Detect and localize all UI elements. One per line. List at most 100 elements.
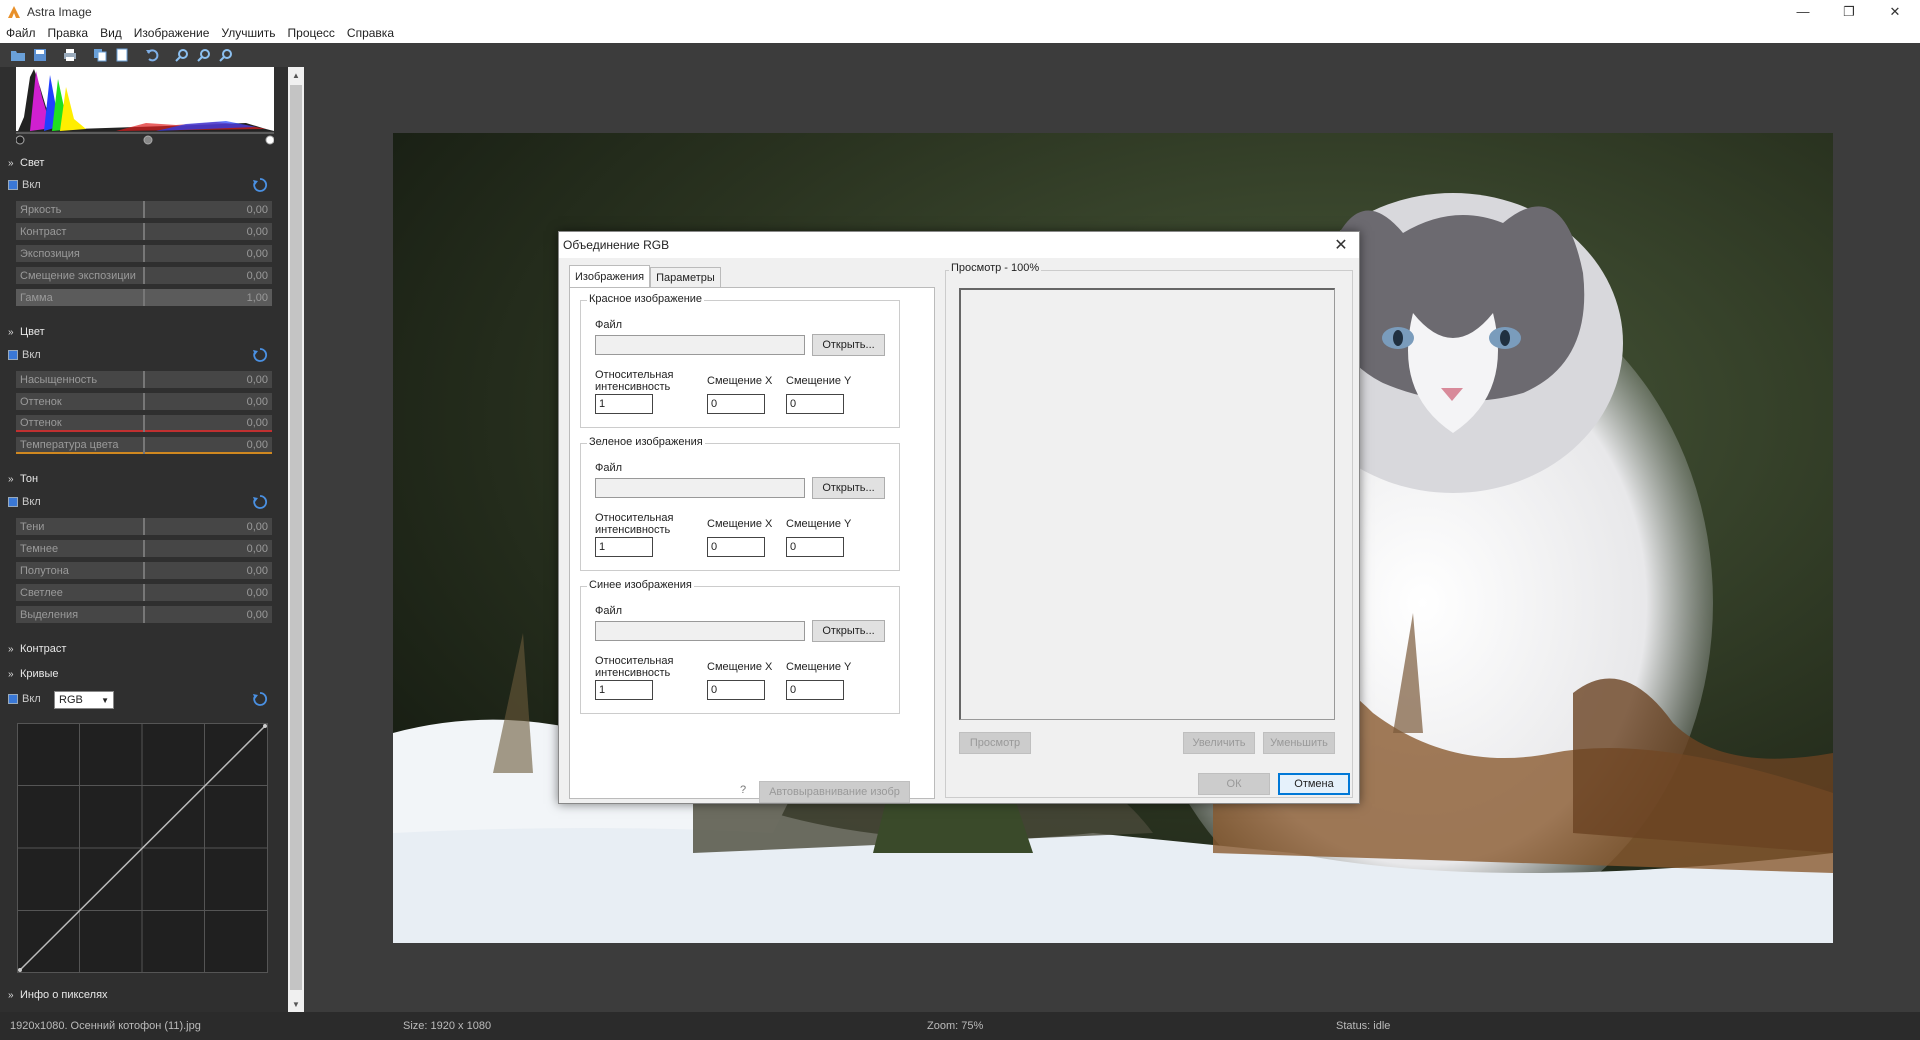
section-tone-header[interactable]: » Тон (0, 470, 288, 488)
print-icon[interactable] (60, 45, 80, 65)
preview-button[interactable]: Просмотр (959, 732, 1031, 754)
slider-saturation[interactable]: Насыщенность 0,00 (16, 371, 272, 388)
curves-reset-icon[interactable] (252, 691, 268, 707)
slider-exposure-offset[interactable]: Смещение экспозиции 0,00 (16, 267, 272, 284)
chevron-down-icon: » (8, 157, 14, 169)
menu-help[interactable]: Справка (347, 26, 394, 40)
slider-hue[interactable]: Оттенок 0,00 (16, 393, 272, 410)
color-enable-checkbox[interactable]: Вкл (8, 347, 41, 363)
green-open-button[interactable]: Открыть... (812, 477, 885, 499)
menu-view[interactable]: Вид (100, 26, 122, 40)
red-file-input[interactable] (595, 335, 805, 355)
section-contrast-header[interactable]: » Контраст (0, 640, 288, 658)
menu-process[interactable]: Процесс (288, 26, 335, 40)
slider-color-temperature[interactable]: Температура цвета 0,00 (16, 437, 272, 454)
menu-enhance[interactable]: Улучшить (221, 26, 275, 40)
question-mark-icon[interactable]: ? (740, 784, 754, 798)
scrollbar-thumb[interactable] (290, 85, 302, 990)
zoom-in-icon[interactable] (172, 45, 192, 65)
slider-label: Насыщенность (20, 373, 98, 386)
open-folder-icon[interactable] (8, 45, 28, 65)
chevron-down-icon: » (8, 668, 14, 680)
green-offset-y-input[interactable]: 0 (786, 537, 844, 557)
section-light-header[interactable]: » Свет (0, 154, 288, 172)
red-intensity-input[interactable]: 1 (595, 394, 653, 414)
dialog-close-icon[interactable]: ✕ (1331, 235, 1351, 255)
offset-y-label: Смещение Y (786, 661, 852, 673)
blue-intensity-input[interactable]: 1 (595, 680, 653, 700)
slider-value: 0,00 (246, 542, 268, 555)
tone-enable-checkbox[interactable]: Вкл (8, 494, 41, 510)
section-color-header[interactable]: » Цвет (0, 323, 288, 341)
tone-reset-icon[interactable] (252, 494, 268, 510)
group-title: Зеленое изображения (587, 436, 705, 448)
copy-icon[interactable] (90, 45, 110, 65)
slider-label: Полутона (20, 564, 69, 577)
color-reset-icon[interactable] (252, 347, 268, 363)
green-intensity-input[interactable]: 1 (595, 537, 653, 557)
green-offset-x-input[interactable]: 0 (707, 537, 765, 557)
autoalign-button[interactable]: Автовыравнивание изобр (759, 781, 910, 803)
light-reset-icon[interactable] (252, 177, 268, 193)
slider-shadows[interactable]: Тени 0,00 (16, 518, 272, 535)
blue-file-input[interactable] (595, 621, 805, 641)
ok-button[interactable]: ОК (1198, 773, 1270, 795)
section-light-title: Свет (20, 157, 45, 169)
offset-x-label: Смещение X (707, 518, 773, 530)
menu-image[interactable]: Изображение (134, 26, 210, 40)
slider-value: 0,00 (246, 608, 268, 621)
slider-midtones[interactable]: Полутона 0,00 (16, 562, 272, 579)
zoom-out-button[interactable]: Уменьшить (1263, 732, 1335, 754)
cancel-button[interactable]: Отмена (1278, 773, 1350, 795)
slider-value: 0,00 (246, 269, 268, 282)
section-color-title: Цвет (20, 326, 45, 338)
curves-graph[interactable] (17, 723, 268, 973)
light-enable-checkbox[interactable]: Вкл (8, 177, 41, 193)
slider-exposure[interactable]: Экспозиция 0,00 (16, 245, 272, 262)
slider-label: Гамма (20, 291, 53, 304)
curves-enable-checkbox[interactable]: Вкл (8, 691, 41, 707)
section-curves-header[interactable]: » Кривые (0, 665, 288, 683)
close-window-button[interactable]: ✕ (1872, 0, 1918, 23)
menu-file[interactable]: Файл (6, 26, 36, 40)
save-icon[interactable] (30, 45, 50, 65)
slider-label: Светлее (20, 586, 63, 599)
histogram (16, 67, 274, 145)
red-offset-x-input[interactable]: 0 (707, 394, 765, 414)
panel-scrollbar[interactable]: ▲ ▼ (288, 67, 304, 1012)
curves-channel-select[interactable]: RGB ▼ (54, 691, 114, 709)
status-state: Status: idle (1336, 1020, 1391, 1032)
intensity-label: Относительная интенсивность (595, 655, 674, 679)
light-enable-label: Вкл (22, 179, 41, 191)
red-open-button[interactable]: Открыть... (812, 334, 885, 356)
menu-edit[interactable]: Правка (48, 26, 89, 40)
slider-value: 1,00 (246, 291, 268, 304)
zoom-out-icon[interactable] (194, 45, 214, 65)
slider-highlights[interactable]: Выделения 0,00 (16, 606, 272, 623)
undo-icon[interactable] (142, 45, 162, 65)
slider-darker[interactable]: Темнее 0,00 (16, 540, 272, 557)
section-pixelinfo-header[interactable]: » Инфо о пикселях (0, 986, 288, 1004)
blue-offset-y-input[interactable]: 0 (786, 680, 844, 700)
zoom-fit-icon[interactable] (216, 45, 236, 65)
blue-open-button[interactable]: Открыть... (812, 620, 885, 642)
scroll-up-icon[interactable]: ▲ (288, 67, 304, 83)
slider-label: Темнее (20, 542, 59, 555)
slider-tint[interactable]: Оттенок 0,00 (16, 415, 272, 432)
checkbox-icon (8, 694, 18, 704)
paste-icon[interactable] (112, 45, 132, 65)
scroll-down-icon[interactable]: ▼ (288, 996, 304, 1012)
zoom-in-button[interactable]: Увеличить (1183, 732, 1255, 754)
tab-images[interactable]: Изображения (569, 265, 651, 287)
red-offset-y-input[interactable]: 0 (786, 394, 844, 414)
slider-brightness[interactable]: Яркость 0,00 (16, 201, 272, 218)
restore-button[interactable]: ❐ (1826, 0, 1872, 23)
minimize-button[interactable]: — (1780, 0, 1826, 23)
slider-contrast[interactable]: Контраст 0,00 (16, 223, 272, 240)
slider-lighter[interactable]: Светлее 0,00 (16, 584, 272, 601)
tab-parameters[interactable]: Параметры (650, 267, 721, 287)
color-enable-label: Вкл (22, 349, 41, 361)
blue-offset-x-input[interactable]: 0 (707, 680, 765, 700)
green-file-input[interactable] (595, 478, 805, 498)
slider-gamma[interactable]: Гамма 1,00 (16, 289, 272, 306)
